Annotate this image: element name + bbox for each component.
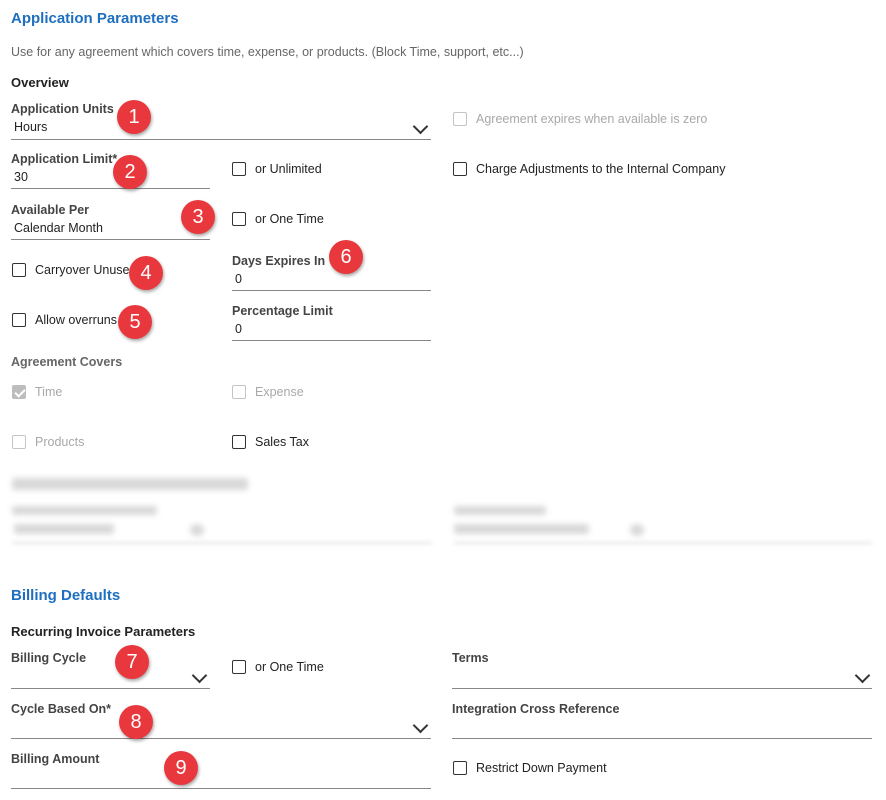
field-underline [452,688,872,689]
redacted-label [454,506,546,515]
or-unlimited-label: or Unlimited [255,162,322,176]
chevron-down-icon [412,118,429,135]
field-underline [11,788,431,789]
redacted-underline [454,542,872,544]
chevron-down-icon [191,667,208,684]
billing-or-one-time-label: or One Time [255,660,324,674]
agreement-expires-checkbox[interactable] [453,112,467,126]
overview-heading: Overview [11,75,69,90]
application-limit-field[interactable]: Application Limit* 30 [11,152,210,189]
chevron-down-icon [412,717,429,734]
annotation-marker-4: 4 [129,256,163,290]
application-limit-value: 30 [14,170,28,184]
field-underline [452,738,872,739]
billing-amount-field[interactable]: Billing Amount [11,752,431,789]
percentage-limit-label: Percentage Limit [232,304,333,318]
carryover-unused-label: Carryover Unused [35,263,137,277]
application-limit-label: Application Limit* [11,152,118,166]
application-units-select[interactable]: Application Units Hours [11,102,431,140]
allow-overruns-label: Allow overruns [35,313,117,327]
field-underline [232,340,431,341]
billing-cycle-select[interactable]: Billing Cycle [11,651,210,689]
redacted-value [14,524,114,534]
integration-cross-reference-label: Integration Cross Reference [452,702,620,716]
annotation-marker-2: 2 [113,155,147,189]
application-parameters-title: Application Parameters [11,10,179,27]
redacted-icon [630,524,644,536]
covers-products-label: Products [35,435,85,449]
agreement-covers-heading: Agreement Covers [11,355,123,369]
annotation-marker-8: 8 [119,705,153,739]
restrict-down-payment-checkbox[interactable] [453,761,467,775]
annotation-marker-7: 7 [115,645,149,679]
covers-expense-checkbox[interactable] [232,385,246,399]
agreement-expires-label: Agreement expires when available is zero [476,112,708,126]
field-underline [11,688,210,689]
annotation-marker-3: 3 [181,200,215,234]
charge-adjustments-label: Charge Adjustments to the Internal Compa… [476,162,726,176]
billing-or-one-time-checkbox[interactable] [232,660,246,674]
available-per-select[interactable]: Available Per Calendar Month [11,203,210,240]
redacted-icon [190,524,204,536]
terms-label: Terms [452,651,489,665]
terms-select[interactable]: Terms [452,651,872,689]
carryover-unused-checkbox[interactable] [12,263,26,277]
redacted-underline [12,542,432,544]
field-underline [11,139,431,140]
allow-overruns-checkbox[interactable] [12,313,26,327]
annotation-marker-1: 1 [117,100,151,134]
days-expires-in-label: Days Expires In [232,254,326,268]
or-unlimited-checkbox[interactable] [232,162,246,176]
covers-time-label: Time [35,385,63,399]
field-underline [11,738,431,739]
covers-time-checkbox[interactable] [12,385,26,399]
field-underline [11,239,210,240]
or-one-time-label: or One Time [255,212,324,226]
cycle-based-on-label: Cycle Based On* [11,702,112,716]
application-units-label: Application Units [11,102,114,116]
annotation-marker-5: 5 [118,305,152,339]
redacted-region [0,468,886,558]
application-parameters-description: Use for any agreement which covers time,… [11,45,524,59]
percentage-limit-value: 0 [235,322,242,336]
covers-sales-tax-checkbox[interactable] [232,435,246,449]
billing-defaults-title: Billing Defaults [11,587,121,604]
integration-cross-reference-field[interactable]: Integration Cross Reference [452,702,872,739]
restrict-down-payment-label: Restrict Down Payment [476,761,607,775]
cycle-based-on-select[interactable]: Cycle Based On* [11,702,431,739]
available-per-label: Available Per [11,203,90,217]
available-per-value: Calendar Month [14,221,103,235]
annotation-marker-6: 6 [329,240,363,274]
redacted-value [454,524,589,534]
charge-adjustments-checkbox[interactable] [453,162,467,176]
redacted-label [12,506,157,515]
chevron-down-icon [854,667,871,684]
percentage-limit-field[interactable]: Percentage Limit 0 [232,304,431,341]
covers-expense-label: Expense [255,385,304,399]
field-underline [11,188,210,189]
redacted-heading [12,478,248,490]
covers-sales-tax-label: Sales Tax [255,435,309,449]
annotation-marker-9: 9 [164,751,198,785]
application-units-value: Hours [14,120,48,134]
or-one-time-checkbox[interactable] [232,212,246,226]
days-expires-in-value: 0 [235,272,242,286]
billing-cycle-label: Billing Cycle [11,651,87,665]
field-underline [232,290,431,291]
recurring-invoice-heading: Recurring Invoice Parameters [11,624,196,639]
covers-products-checkbox[interactable] [12,435,26,449]
billing-amount-label: Billing Amount [11,752,100,766]
